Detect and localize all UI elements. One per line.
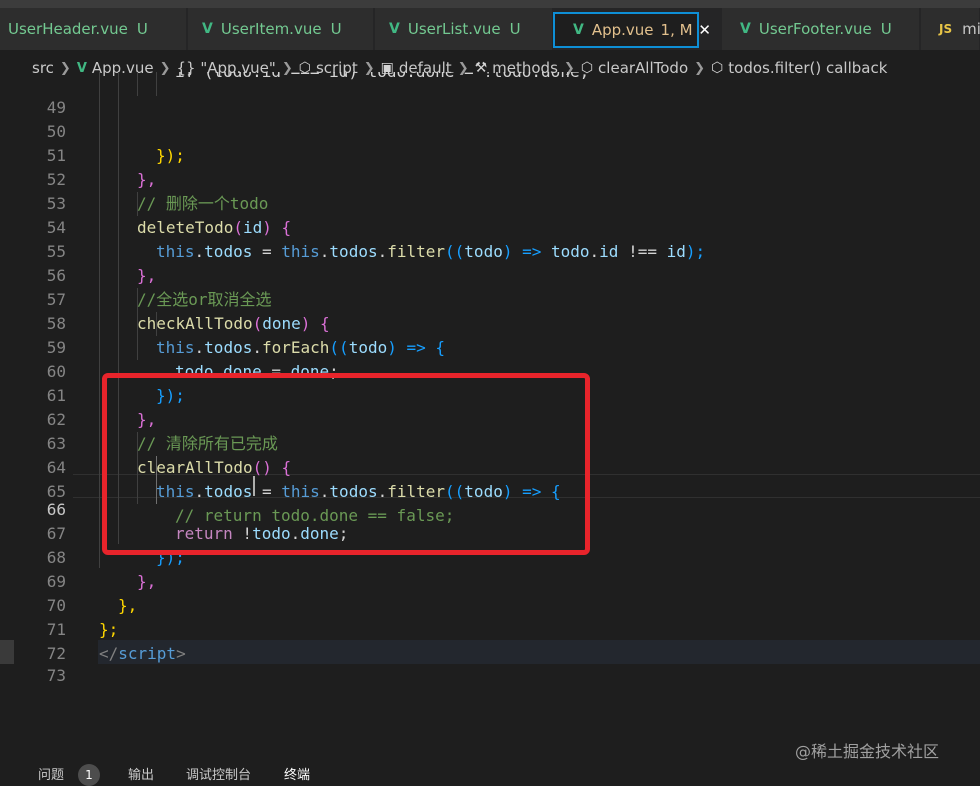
problems-count-badge: 1 bbox=[78, 764, 100, 786]
code-line-60: 60 }); bbox=[0, 336, 980, 405]
code-line-53: 53 deleteTodo(id) { bbox=[0, 168, 980, 237]
tab-js-file[interactable]: JS mi bbox=[921, 8, 980, 50]
code-line-122: 122 bbox=[0, 664, 980, 692]
code-line-73: 73 > <style>⋯ bbox=[0, 640, 980, 685]
close-icon[interactable]: ✕ bbox=[698, 21, 711, 39]
tab-terminal[interactable]: 终端 bbox=[284, 764, 310, 783]
tab-debug-console[interactable]: 调试控制台 bbox=[186, 764, 251, 783]
tab-label: mi bbox=[962, 20, 980, 38]
tab-status-badge: U bbox=[509, 20, 521, 38]
tab-app-vue[interactable]: V App.vue 1, M ✕ bbox=[553, 12, 711, 48]
code-line-51: 51 }, bbox=[0, 120, 980, 189]
code-line-70: 70 }; bbox=[0, 570, 980, 639]
code-line-52: 52 // 删除一个todo bbox=[0, 144, 980, 213]
line-number: 122 bbox=[0, 688, 66, 692]
tab-status-badge: U bbox=[880, 20, 892, 38]
vue-icon: V bbox=[573, 22, 584, 38]
code-line-56: 56 //全选or取消全选 bbox=[0, 240, 980, 309]
code-token: if (todo.id === id) todo.done = !todo.do… bbox=[175, 72, 589, 81]
code-line-49: 49 if (todo.id === id) todo.done = !todo… bbox=[0, 72, 980, 117]
code-line-59: 59 todo.done = done; bbox=[0, 312, 980, 381]
code-line-71: 71 </script> bbox=[0, 594, 980, 663]
tab-status-badge: U bbox=[136, 20, 148, 38]
code-line-55: 55 }, bbox=[0, 216, 980, 285]
tab-useritem[interactable]: V UserItem.vue U bbox=[188, 8, 374, 50]
tab-label: UserHeader.vue bbox=[8, 20, 128, 38]
panel-tab-bar: 问题 1 输出 调试控制台 终端 bbox=[0, 756, 980, 786]
tab-problems[interactable]: 问题 bbox=[38, 764, 64, 783]
tab-status-badge: U bbox=[330, 20, 342, 38]
tab-label: App.vue bbox=[591, 21, 654, 39]
code-line-58: 58 this.todos.forEach((todo) => { bbox=[0, 288, 980, 357]
tab-status-badge: 1, M bbox=[660, 21, 693, 39]
tab-output[interactable]: 输出 bbox=[128, 764, 154, 783]
fold-arrow-icon[interactable]: > bbox=[78, 688, 86, 692]
tab-label: UserFooter.vue bbox=[758, 20, 872, 38]
code-line-57: 57 checkAllTodo(done) { bbox=[0, 264, 980, 333]
code-line-50: 50 }); bbox=[0, 96, 980, 165]
code-text: if (todo.id === id) todo.done = !todo.do… bbox=[175, 72, 589, 84]
tab-userlist[interactable]: V UserList.vue U bbox=[375, 8, 553, 50]
vue-icon: V bbox=[202, 21, 213, 37]
tab-label: UserItem.vue bbox=[220, 20, 322, 38]
tab-userfooter[interactable]: V UserFooter.vue U bbox=[722, 8, 920, 50]
tab-label: UserList.vue bbox=[407, 20, 501, 38]
code-line-72: 72 bbox=[0, 618, 980, 663]
js-icon: JS bbox=[939, 22, 953, 36]
vue-icon: V bbox=[740, 21, 751, 37]
title-strip bbox=[0, 0, 980, 8]
editor-tab-bar: UserHeader.vue U V UserItem.vue U V User… bbox=[0, 0, 980, 50]
code-line-54: 54 this.todos = this.todos.filter((todo)… bbox=[0, 192, 980, 261]
vue-icon: V bbox=[389, 21, 400, 37]
annotation-highlight-box bbox=[102, 373, 590, 555]
tab-userheader[interactable]: UserHeader.vue U bbox=[0, 8, 187, 50]
